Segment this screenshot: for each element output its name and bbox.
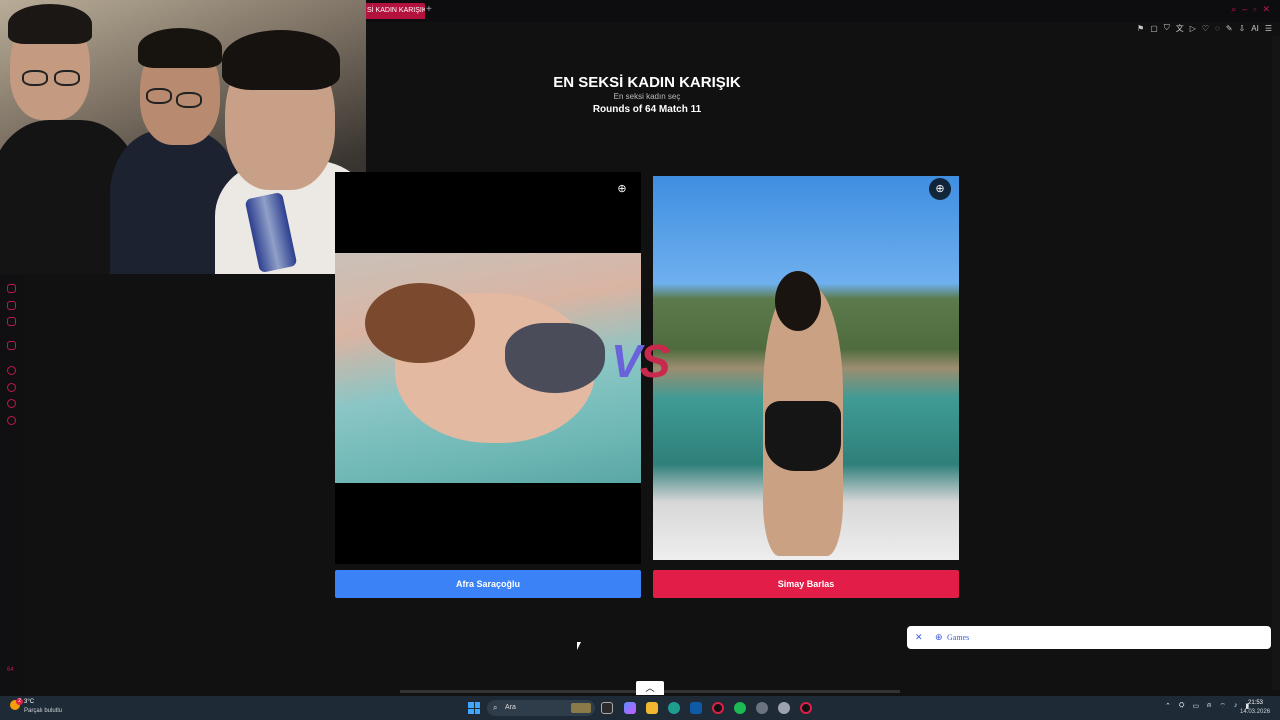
- search-placeholder: Ara: [505, 704, 516, 711]
- weather-description[interactable]: Parçalı bulutlu: [24, 708, 62, 714]
- game-app-icon[interactable]: [800, 702, 812, 714]
- search-highlight-image: [571, 703, 591, 713]
- round-info: Rounds of 64 Match 11: [592, 104, 702, 115]
- download-icon[interactable]: ⇩: [1239, 24, 1246, 33]
- file-explorer-icon[interactable]: [646, 702, 658, 714]
- wifi-icon[interactable]: ⌔: [1219, 702, 1226, 711]
- games-icon: ⊕: [935, 632, 943, 642]
- minimize-icon[interactable]: –: [1242, 4, 1247, 15]
- taskbar: [0, 696, 1280, 720]
- sidebar-counter: 64: [7, 667, 14, 673]
- zoom-icon[interactable]: ⊕: [929, 178, 951, 200]
- spotify-icon[interactable]: [734, 702, 746, 714]
- message-icon[interactable]: [7, 399, 16, 408]
- chevron-up-icon[interactable]: ⌃: [1165, 702, 1171, 711]
- clock-date[interactable]: 14.03.2026: [1240, 709, 1270, 715]
- choose-right-button[interactable]: Simay Barlas: [653, 570, 959, 598]
- system-tray: ⌃ ⛭ ▭ ⍝ ⌔ ♪ ▮: [1165, 702, 1249, 711]
- games-popup[interactable]: ✕ ⊕ Games: [907, 626, 1271, 649]
- ai-button[interactable]: AI: [1251, 24, 1259, 33]
- mail-icon[interactable]: [7, 301, 16, 310]
- scroll-to-top-button[interactable]: ︿: [636, 681, 664, 695]
- edge-icon[interactable]: [668, 702, 680, 714]
- browser-toolbar: ⚑ ▢ ⛉ 文 ▷ ♡ ◌ ✎ ⇩ AI ☰: [1137, 22, 1272, 34]
- weather-temperature[interactable]: 3°C: [24, 699, 34, 705]
- play-icon[interactable]: ▷: [1190, 24, 1196, 33]
- task-view-icon[interactable]: [601, 702, 613, 714]
- close-icon[interactable]: ✕: [915, 626, 923, 649]
- sidebar: 64: [0, 275, 22, 695]
- settings-app-icon[interactable]: [756, 702, 768, 714]
- app-tray-icon[interactable]: ⛭: [1179, 702, 1185, 711]
- clock-time[interactable]: 21:53: [1248, 700, 1263, 706]
- start-button[interactable]: [468, 702, 480, 714]
- collections-icon[interactable]: ▢: [1150, 24, 1158, 33]
- zoom-icon[interactable]: ⊕: [611, 178, 633, 200]
- opera-icon[interactable]: [712, 702, 724, 714]
- heart-icon[interactable]: ♡: [1202, 24, 1209, 33]
- search-icon: ⌕: [493, 703, 498, 712]
- vs-label: VS: [611, 335, 670, 387]
- maximize-icon[interactable]: ▫: [1253, 4, 1256, 15]
- shield-icon[interactable]: ⛉: [1164, 23, 1170, 33]
- close-icon[interactable]: ✕: [1262, 4, 1270, 15]
- bag-icon[interactable]: [7, 284, 16, 293]
- choose-left-button[interactable]: Afra Saraçoğlu: [335, 570, 641, 598]
- weather-badge: 2: [16, 698, 23, 705]
- settings-icon[interactable]: [7, 416, 16, 425]
- left-candidate-card[interactable]: ⊕: [335, 172, 641, 564]
- active-tab[interactable]: Sİ KADIN KARIŞIK: [363, 3, 425, 19]
- new-tab-button[interactable]: +: [426, 4, 436, 16]
- history-icon[interactable]: [7, 383, 16, 392]
- mouse-cursor: [577, 642, 581, 650]
- page-title: EN SEKSİ KADIN KARIŞIK: [553, 74, 741, 91]
- search-icon[interactable]: ⌕: [1231, 4, 1236, 15]
- bookmark-icon[interactable]: ⚑: [1137, 24, 1144, 33]
- display-icon[interactable]: ▭: [1192, 702, 1199, 711]
- right-candidate-card[interactable]: ⊕: [653, 176, 959, 560]
- gear-icon[interactable]: [778, 702, 790, 714]
- chat-icon[interactable]: ◌: [1215, 24, 1220, 33]
- play-circle-icon[interactable]: [7, 366, 16, 375]
- left-candidate-photo[interactable]: [335, 253, 641, 483]
- copilot-icon[interactable]: [624, 702, 636, 714]
- instagram-icon[interactable]: [7, 317, 16, 326]
- vertical-scrollbar[interactable]: [1272, 36, 1280, 690]
- window-controls: ⌕ – ▫ ✕: [1231, 4, 1270, 15]
- volume-icon[interactable]: ♪: [1234, 702, 1238, 711]
- menu-icon[interactable]: ☰: [1265, 24, 1272, 33]
- page-subtitle: En seksi kadın seç: [613, 92, 681, 101]
- microphone-icon[interactable]: ⍝: [1207, 702, 1211, 711]
- taskbar-search[interactable]: ⌕ Ara: [487, 700, 595, 716]
- twitch-icon[interactable]: [7, 341, 16, 350]
- store-icon[interactable]: [690, 702, 702, 714]
- translate-icon[interactable]: 文: [1176, 23, 1184, 34]
- webcam-overlay: [0, 0, 366, 274]
- notes-icon[interactable]: ✎: [1226, 24, 1233, 33]
- right-candidate-photo[interactable]: [653, 176, 959, 560]
- games-label[interactable]: Games: [947, 626, 969, 649]
